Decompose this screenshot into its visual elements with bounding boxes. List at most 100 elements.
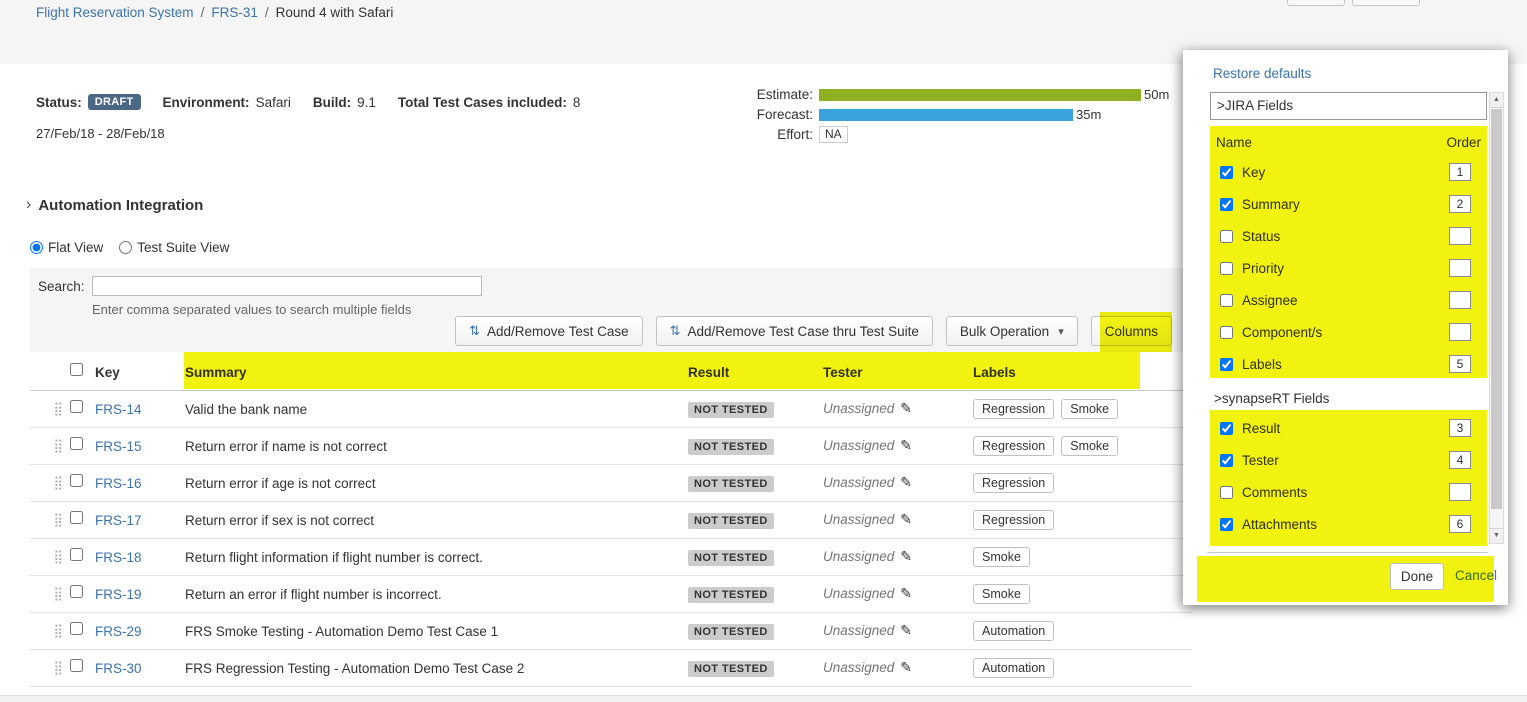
table-row: ⣿FRS-16Return error if age is not correc… <box>30 465 1192 502</box>
field-order-input[interactable] <box>1449 323 1471 341</box>
field-checkbox[interactable] <box>1220 262 1233 275</box>
test-case-summary: Return an error if flight number is inco… <box>184 587 686 602</box>
section-expander-icon[interactable]: › <box>26 196 31 214</box>
field-name: Result <box>1242 421 1280 436</box>
drag-handle-icon[interactable]: ⣿ <box>30 401 68 417</box>
row-checkbox[interactable] <box>70 400 83 413</box>
drag-handle-icon[interactable]: ⣿ <box>30 586 68 602</box>
columns-label: Columns <box>1105 324 1158 339</box>
field-order-input[interactable] <box>1449 483 1471 501</box>
field-order-input[interactable]: 6 <box>1449 515 1471 533</box>
field-checkbox[interactable] <box>1220 166 1233 179</box>
edit-tester-icon[interactable]: ✎ <box>900 474 912 490</box>
test-case-key-link[interactable]: FRS-16 <box>95 476 142 491</box>
jira-fields-group-header[interactable]: >JIRA Fields <box>1210 92 1487 120</box>
done-button[interactable]: Done <box>1390 563 1444 590</box>
scroll-down-icon[interactable]: ▼ <box>1490 528 1503 543</box>
scroll-up-icon[interactable]: ▲ <box>1490 93 1503 108</box>
row-checkbox[interactable] <box>70 511 83 524</box>
row-checkbox[interactable] <box>70 585 83 598</box>
search-input[interactable] <box>92 276 482 296</box>
select-all-checkbox[interactable] <box>70 363 83 376</box>
add-remove-thru-suite-button[interactable]: ⇅ Add/Remove Test Case thru Test Suite <box>656 316 933 346</box>
field-order-input[interactable]: 5 <box>1449 355 1471 373</box>
test-case-key-link[interactable]: FRS-14 <box>95 402 142 417</box>
drag-handle-icon[interactable]: ⣿ <box>30 475 68 491</box>
edit-tester-icon[interactable]: ✎ <box>900 400 912 416</box>
table-row: ⣿FRS-15Return error if name is not corre… <box>30 428 1192 465</box>
field-order-input[interactable] <box>1449 291 1471 309</box>
edit-tester-icon[interactable]: ✎ <box>900 437 912 453</box>
column-field-row: Assignee <box>1210 284 1487 316</box>
page: Flight Reservation System/FRS-31/Round 4… <box>0 0 1527 702</box>
cancel-link[interactable]: Cancel <box>1455 568 1497 583</box>
field-checkbox[interactable] <box>1220 230 1233 243</box>
row-checkbox[interactable] <box>70 437 83 450</box>
test-case-key-link[interactable]: FRS-15 <box>95 439 142 454</box>
breadcrumb-project-link[interactable]: Flight Reservation System <box>36 5 194 20</box>
toolbar-buttons: ⇅ Add/Remove Test Case ⇅ Add/Remove Test… <box>455 316 1172 346</box>
test-case-key-link[interactable]: FRS-29 <box>95 624 142 639</box>
test-case-key-link[interactable]: FRS-17 <box>95 513 142 528</box>
scrollbar-thumb[interactable] <box>1491 109 1502 509</box>
effort-label: Effort: <box>745 127 813 142</box>
flat-view-radio[interactable] <box>30 241 43 254</box>
test-suite-view-option[interactable]: Test Suite View <box>119 240 229 255</box>
columns-button[interactable]: Columns <box>1091 316 1172 346</box>
drag-handle-icon[interactable]: ⣿ <box>30 660 68 676</box>
cutoff-toolbar-button[interactable] <box>1352 0 1420 6</box>
row-checkbox[interactable] <box>70 474 83 487</box>
field-order-input[interactable]: 3 <box>1449 419 1471 437</box>
panel-scrollbar[interactable]: ▲ ▼ <box>1489 92 1504 544</box>
field-order-input[interactable]: 1 <box>1449 163 1471 181</box>
tester-name: Unassigned <box>823 512 894 527</box>
forecast-row: Forecast: 35m <box>745 105 1169 124</box>
test-suite-view-radio[interactable] <box>119 241 132 254</box>
drag-handle-icon[interactable]: ⣿ <box>30 512 68 528</box>
field-checkbox[interactable] <box>1220 326 1233 339</box>
test-case-key-link[interactable]: FRS-18 <box>95 550 142 565</box>
edit-tester-icon[interactable]: ✎ <box>900 548 912 564</box>
field-checkbox[interactable] <box>1220 294 1233 307</box>
restore-defaults-link[interactable]: Restore defaults <box>1213 66 1311 81</box>
bulk-operation-button[interactable]: Bulk Operation ▾ <box>946 316 1078 346</box>
row-checkbox[interactable] <box>70 659 83 672</box>
table-row: ⣿ FRS-19 Return an error if flight number … <box>30 576 1192 613</box>
field-checkbox[interactable] <box>1220 518 1233 531</box>
test-case-table: Key Summary Result Tester Labels ⣿ FRS-14… <box>30 354 1192 687</box>
flat-view-option[interactable]: Flat View <box>30 240 103 255</box>
column-header-key[interactable]: Key <box>92 365 184 380</box>
estimate-bar <box>819 89 1141 101</box>
breadcrumb-issue-link[interactable]: FRS-31 <box>211 5 258 20</box>
cutoff-toolbar-button[interactable] <box>1287 0 1345 6</box>
row-checkbox[interactable] <box>70 548 83 561</box>
field-order-input[interactable] <box>1449 227 1471 245</box>
drag-handle-icon[interactable]: ⣿ <box>30 438 68 454</box>
test-case-key-link[interactable]: FRS-30 <box>95 661 142 676</box>
test-case-key-link[interactable]: FRS-19 <box>95 587 142 602</box>
drag-handle-icon[interactable]: ⣿ <box>30 623 68 639</box>
edit-tester-icon[interactable]: ✎ <box>900 659 912 675</box>
field-checkbox[interactable] <box>1220 486 1233 499</box>
field-order-input[interactable]: 4 <box>1449 451 1471 469</box>
column-header-result[interactable]: Result <box>686 365 820 380</box>
synapsert-fields-group-header[interactable]: >synapseRT Fields <box>1210 386 1487 412</box>
field-checkbox[interactable] <box>1220 422 1233 435</box>
breadcrumb: Flight Reservation System/FRS-31/Round 4… <box>36 5 393 20</box>
field-order-input[interactable]: 2 <box>1449 195 1471 213</box>
drag-handle-icon[interactable]: ⣿ <box>30 549 68 565</box>
field-order-input[interactable] <box>1449 259 1471 277</box>
field-checkbox[interactable] <box>1220 454 1233 467</box>
column-header-labels[interactable]: Labels <box>970 365 1192 380</box>
edit-tester-icon[interactable]: ✎ <box>900 585 912 601</box>
field-checkbox[interactable] <box>1220 198 1233 211</box>
column-header-summary[interactable]: Summary <box>184 365 686 380</box>
row-checkbox[interactable] <box>70 622 83 635</box>
add-remove-test-case-button[interactable]: ⇅ Add/Remove Test Case <box>455 316 642 346</box>
column-header-tester[interactable]: Tester <box>820 365 970 380</box>
date-range: 27/Feb/18 - 28/Feb/18 <box>36 126 165 141</box>
edit-tester-icon[interactable]: ✎ <box>900 622 912 638</box>
edit-tester-icon[interactable]: ✎ <box>900 511 912 527</box>
field-checkbox[interactable] <box>1220 358 1233 371</box>
result-badge: NOT TESTED <box>688 439 774 455</box>
